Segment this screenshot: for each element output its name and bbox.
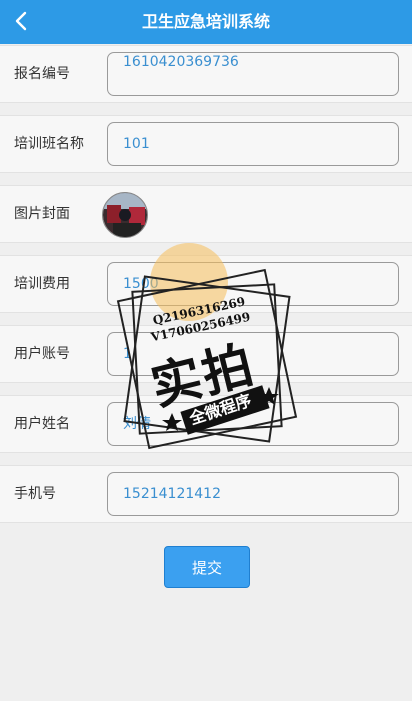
registration-number-label: 报名编号: [14, 66, 70, 82]
form-row-registration-number: 报名编号 1610420369736: [0, 45, 412, 103]
form-row-phone: 手机号 15214121412: [0, 465, 412, 523]
class-name-label: 培训班名称: [14, 136, 84, 152]
cover-image-thumbnail[interactable]: [102, 192, 148, 238]
app-header: 卫生应急培训系统: [0, 0, 412, 44]
form-row-user-name: 用户姓名 刘倩: [0, 395, 412, 453]
watermark-circle: [150, 243, 228, 321]
training-fee-label: 培训费用: [14, 276, 70, 292]
class-name-input[interactable]: 101: [107, 122, 399, 166]
cover-image-label: 图片封面: [14, 206, 70, 222]
user-name-label: 用户姓名: [14, 416, 70, 432]
user-name-input[interactable]: 刘倩: [107, 402, 399, 446]
submit-button[interactable]: 提交: [164, 546, 250, 588]
page-title: 卫生应急培训系统: [141, 12, 270, 31]
form-row-cover-image: 图片封面: [0, 185, 412, 243]
user-account-label: 用户账号: [14, 346, 70, 362]
phone-label: 手机号: [14, 486, 56, 502]
form-row-user-account: 用户账号 1: [0, 325, 412, 383]
phone-input[interactable]: 15214121412: [107, 472, 399, 516]
form-row-class-name: 培训班名称 101: [0, 115, 412, 173]
user-account-input[interactable]: 1: [107, 332, 399, 376]
registration-number-input[interactable]: 1610420369736: [107, 52, 399, 96]
